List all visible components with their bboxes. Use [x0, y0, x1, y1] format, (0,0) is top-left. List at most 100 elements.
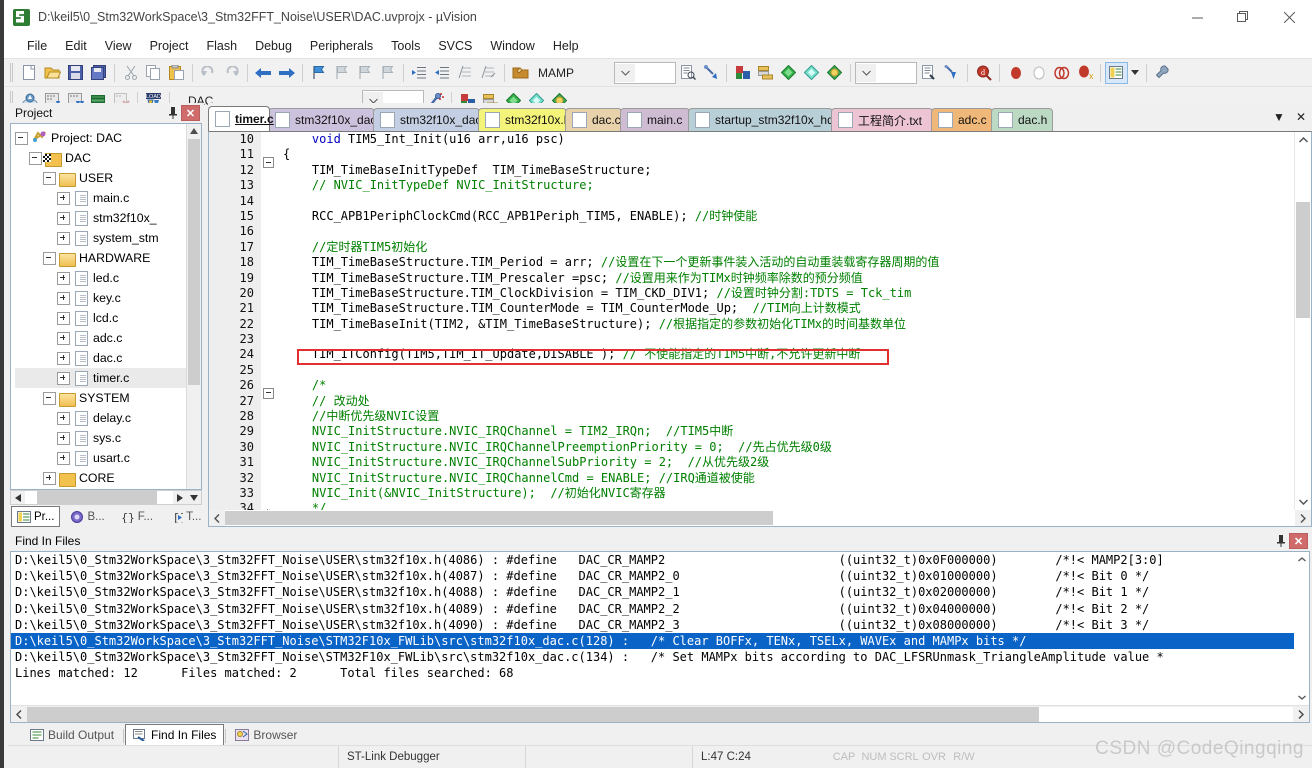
menu-view[interactable]: View [96, 37, 141, 55]
editor-tab-dac-h[interactable]: dac.h [991, 108, 1053, 131]
code-line[interactable]: 31 NVIC_InitStructure.NVIC_IRQChannelSub… [209, 455, 1295, 471]
windows-layout-dropdown[interactable] [1128, 62, 1142, 84]
find-result-row[interactable]: D:\keil5\0_Stm32WorkSpace\3_Stm32FFT_Noi… [11, 649, 1294, 665]
menu-help[interactable]: Help [544, 37, 588, 55]
find-result-row[interactable]: D:\keil5\0_Stm32WorkSpace\3_Stm32FFT_Noi… [11, 617, 1294, 633]
output-tab-build-output[interactable]: Build Output [22, 724, 122, 746]
multi-project-icon[interactable] [754, 62, 777, 84]
scroll-thumb[interactable] [188, 139, 200, 385]
project-panel-close-button[interactable]: ✕ [181, 105, 200, 121]
debug-target-dropdown[interactable] [855, 61, 917, 84]
scroll-track[interactable] [27, 706, 1293, 722]
minimize-button[interactable] [1174, 0, 1220, 34]
bookmark-prev-icon[interactable] [330, 62, 353, 84]
debug-icon[interactable]: d [972, 62, 995, 84]
project-tree-hscrollbar[interactable] [10, 490, 202, 505]
menu-peripherals[interactable]: Peripherals [301, 37, 382, 55]
options-target-icon[interactable] [731, 62, 754, 84]
find-results-container[interactable]: D:\keil5\0_Stm32WorkSpace\3_Stm32FFT_Noi… [10, 551, 1310, 723]
editor-tab-timer-c[interactable]: timer.c [208, 106, 274, 131]
scroll-thumb[interactable] [225, 511, 773, 525]
fold-collapse-icon[interactable] [263, 157, 274, 169]
menu-tools[interactable]: Tools [382, 37, 429, 55]
scroll-right-arrow-icon[interactable] [173, 491, 187, 504]
menu-flash[interactable]: Flash [197, 37, 246, 55]
menu-file[interactable]: File [18, 37, 56, 55]
incremental-find-icon[interactable] [699, 62, 722, 84]
cut-icon[interactable] [119, 62, 142, 84]
breakpoint-disable-icon[interactable] [1027, 62, 1050, 84]
code-line[interactable]: 20 TIM_TimeBaseStructure.TIM_ClockDivisi… [209, 285, 1295, 302]
new-file-icon[interactable] [18, 62, 41, 84]
code-line[interactable]: 32 NVIC_InitStructure.NVIC_IRQChannelCmd… [209, 470, 1295, 486]
configure-icon[interactable] [1151, 62, 1174, 84]
find-in-files-icon[interactable] [509, 62, 532, 84]
find-result-row[interactable]: D:\keil5\0_Stm32WorkSpace\3_Stm32FFT_Noi… [11, 601, 1294, 617]
tree-item-timer-c[interactable]: timer.c [15, 368, 201, 388]
breakpoint-insert-icon[interactable] [1004, 62, 1027, 84]
navigate-forward-icon[interactable] [275, 62, 298, 84]
expand-icon[interactable] [57, 331, 70, 345]
scroll-down-arrow-icon[interactable] [187, 491, 201, 504]
scroll-track[interactable] [1295, 148, 1311, 494]
project-tab-1[interactable]: B... [64, 506, 110, 527]
pack-installer-icon[interactable] [823, 62, 846, 84]
tree-item-sys-c[interactable]: sys.c [15, 428, 201, 448]
editor-hscrollbar[interactable] [209, 510, 1311, 526]
tree-item-dac[interactable]: DAC [15, 148, 201, 168]
editor-tab------txt[interactable]: 工程简介.txt [831, 108, 933, 131]
tree-item-hardware[interactable]: HARDWARE [15, 248, 201, 268]
mamp-search-text[interactable]: MAMP [532, 66, 580, 80]
download-icon[interactable] [940, 62, 963, 84]
expand-icon[interactable] [57, 371, 70, 385]
project-tree-vscrollbar[interactable] [186, 124, 201, 489]
find-vscrollbar[interactable] [1294, 552, 1309, 705]
code-editor[interactable]: 10 void TIM5_Int_Init(u16 arr,u16 psc) 11… [208, 131, 1312, 527]
tree-item-system[interactable]: SYSTEM [15, 388, 201, 408]
redo-icon[interactable] [220, 62, 243, 84]
scroll-track[interactable] [225, 510, 1295, 526]
tree-item-adc-c[interactable]: adc.c [15, 328, 201, 348]
scroll-thumb[interactable] [1296, 202, 1310, 318]
toolbar-grip[interactable] [10, 63, 14, 82]
expand-icon[interactable] [57, 211, 70, 225]
maximize-button[interactable] [1220, 0, 1266, 34]
scroll-up-arrow-icon[interactable] [187, 124, 201, 138]
editor-tab-stm32f10x-dac-h[interactable]: stm32f10x_dac.h [268, 108, 386, 131]
tab-list-dropdown-icon[interactable]: ▼ [1268, 106, 1290, 128]
scroll-left-arrow-icon[interactable] [11, 491, 25, 504]
expand-icon[interactable] [57, 271, 70, 285]
tree-item-system-stm[interactable]: system_stm [15, 228, 201, 248]
code-line[interactable]: 29 NVIC_InitStructure.NVIC_IRQChannel = … [209, 424, 1295, 440]
code-line[interactable]: 27 // 改动处 [209, 393, 1295, 410]
collapse-icon[interactable] [43, 171, 56, 185]
code-line[interactable]: 26 /* [209, 378, 1295, 399]
code-line[interactable]: 11 { [209, 147, 1295, 169]
code-line[interactable]: 33 NVIC_Init(&NVIC_InitStructure); //初始化… [209, 485, 1295, 502]
paste-icon[interactable] [165, 62, 188, 84]
code-line[interactable]: 21 TIM_TimeBaseStructure.TIM_CounterMode… [209, 301, 1295, 317]
expand-icon[interactable] [57, 411, 70, 425]
fold-collapse-icon[interactable] [263, 387, 274, 399]
tree-item-user[interactable]: USER [15, 168, 201, 188]
expand-icon[interactable] [57, 351, 70, 365]
tree-item-led-c[interactable]: led.c [15, 268, 201, 288]
scroll-right-arrow-icon[interactable] [1293, 707, 1309, 722]
code-line[interactable]: 22 TIM_TimeBaseInit(TIM2, &TIM_TimeBaseS… [209, 316, 1295, 333]
menu-project[interactable]: Project [141, 37, 198, 55]
editor-tab-stm32f10x-dac-c[interactable]: stm32f10x_dac.c [373, 108, 491, 131]
pin-icon[interactable] [164, 105, 181, 122]
tree-item-main-c[interactable]: main.c [15, 188, 201, 208]
find-result-row[interactable]: D:\keil5\0_Stm32WorkSpace\3_Stm32FFT_Noi… [11, 552, 1294, 568]
tree-item-core[interactable]: CORE [15, 468, 201, 488]
output-tab-find-in-files[interactable]: Find In Files [125, 724, 225, 746]
code-line[interactable]: 25 [209, 362, 1295, 379]
tree-item-usart-c[interactable]: usart.c [15, 448, 201, 468]
windows-layout-icon[interactable] [1105, 61, 1128, 84]
code-line[interactable]: 12 TIM_TimeBaseInitTypeDef TIM_TimeBaseS… [209, 162, 1295, 179]
find-hscrollbar[interactable] [11, 705, 1309, 722]
code-line[interactable]: 30 NVIC_InitStructure.NVIC_IRQChannelPre… [209, 439, 1295, 456]
collapse-icon[interactable] [15, 131, 28, 145]
find-result-row[interactable]: D:\keil5\0_Stm32WorkSpace\3_Stm32FFT_Noi… [11, 632, 1294, 650]
code-line[interactable]: 17 //定时器TIM5初始化 [209, 239, 1295, 256]
